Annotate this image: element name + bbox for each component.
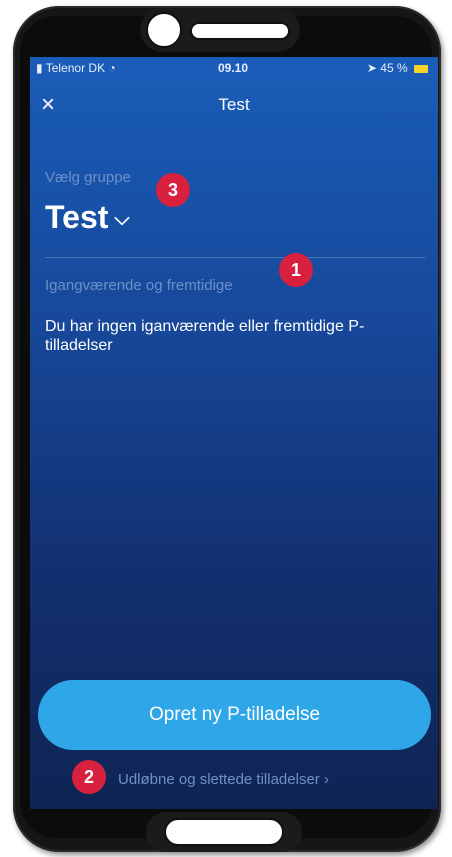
carrier-label: Telenor DK: [45, 61, 106, 75]
carrier: ▮ Telenor DK ◔: [36, 61, 116, 75]
create-permit-button[interactable]: Opret ny P-tilladelse: [38, 680, 431, 750]
signal-icon: ▮: [36, 61, 43, 75]
chevron-right-icon: ›: [323, 771, 329, 788]
divider: [45, 257, 425, 258]
battery-icon: [414, 64, 428, 73]
annotation-badge-2: 2: [72, 760, 106, 794]
group-selector[interactable]: Test ⌵: [45, 199, 130, 236]
app-screen: ▮ Telenor DK ◔ 09.10 ➤ 45 % × Test Vælg …: [30, 57, 438, 809]
group-value: Test: [45, 199, 109, 235]
wifi-icon: ◔: [108, 61, 116, 75]
link-label: Udløbne og slettede tilladelser: [118, 771, 320, 788]
battery-percent: 45 %: [380, 61, 408, 75]
location-icon: ➤: [366, 61, 377, 75]
status-right: ➤ 45 %: [367, 61, 428, 75]
empty-state-text: Du har ingen iganværende eller fremtidig…: [45, 318, 365, 354]
group-label: Vælg gruppe: [45, 169, 131, 186]
status-time: 09.10: [218, 61, 249, 75]
speaker-icon: [190, 22, 290, 40]
nav-title: Test: [218, 95, 250, 114]
section-label: Igangværende og fremtidige: [45, 277, 233, 294]
chevron-down-icon: ⌵: [114, 208, 130, 231]
camera-icon: [146, 12, 182, 48]
annotation-badge-3: 3: [156, 173, 190, 207]
expired-deleted-link[interactable]: Udløbne og slettede tilladelser ›: [118, 771, 329, 788]
annotation-badge-1: 1: [279, 253, 313, 287]
status-bar: ▮ Telenor DK ◔ 09.10 ➤ 45 %: [30, 57, 438, 81]
home-button[interactable]: [164, 818, 284, 846]
